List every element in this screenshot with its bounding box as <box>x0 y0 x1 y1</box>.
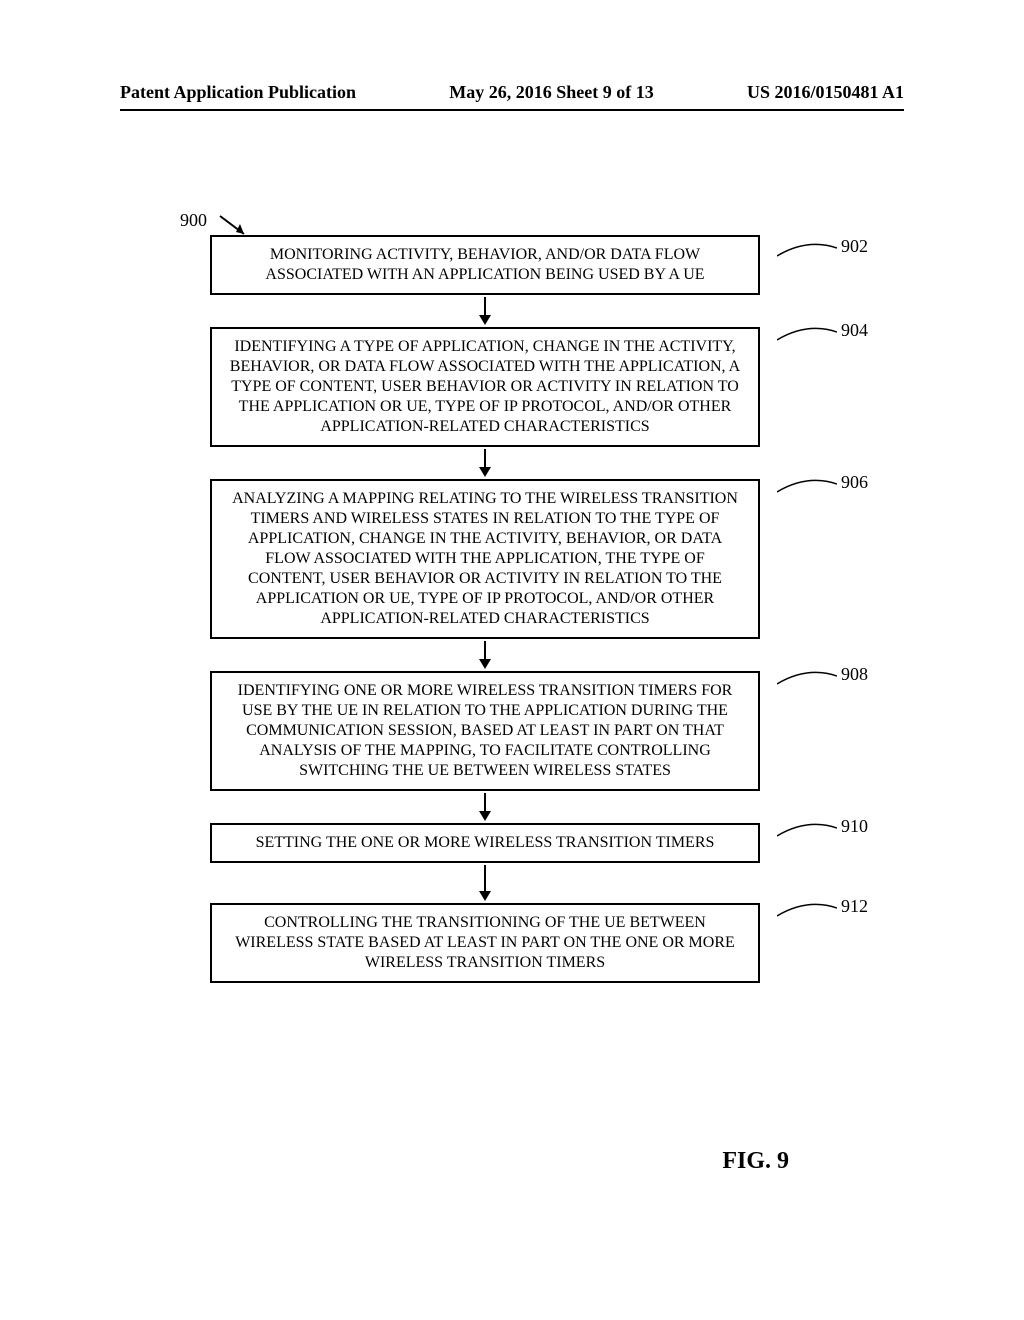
callout-number: 910 <box>841 816 868 836</box>
callout-line-912: 912 <box>777 895 869 918</box>
header-right: US 2016/0150481 A1 <box>747 82 904 103</box>
flow-step-text: IDENTIFYING A TYPE OF APPLICATION, CHANG… <box>230 338 740 435</box>
page-header: Patent Application Publication May 26, 2… <box>120 82 904 111</box>
flow-step-906: ANALYZING A MAPPING RELATING TO THE WIRE… <box>210 479 760 639</box>
page: Patent Application Publication May 26, 2… <box>0 0 1024 1320</box>
flow-step-902: MONITORING ACTIVITY, BEHAVIOR, AND/OR DA… <box>210 235 760 295</box>
flow-step-text: MONITORING ACTIVITY, BEHAVIOR, AND/OR DA… <box>265 246 704 283</box>
flow-step-text: ANALYZING A MAPPING RELATING TO THE WIRE… <box>232 490 738 627</box>
callout-number: 904 <box>841 320 868 340</box>
flow-connector <box>210 641 760 669</box>
figure-caption: FIG. 9 <box>722 1148 789 1175</box>
callout-number: 908 <box>841 664 868 684</box>
callout-number: 912 <box>841 896 868 916</box>
callout-line-908: 908 <box>777 663 869 686</box>
callout-line-910: 910 <box>777 815 869 838</box>
flow-step-908: IDENTIFYING ONE OR MORE WIRELESS TRANSIT… <box>210 671 760 791</box>
flow-step-910: SETTING THE ONE OR MORE WIRELESS TRANSIT… <box>210 823 760 863</box>
callout-number: 906 <box>841 472 868 492</box>
flow-step-text: CONTROLLING THE TRANSITIONING OF THE UE … <box>235 914 735 971</box>
flow-step-912: CONTROLLING THE TRANSITIONING OF THE UE … <box>210 903 760 983</box>
callout-line-904: 904 <box>777 319 869 342</box>
flowchart: MONITORING ACTIVITY, BEHAVIOR, AND/OR DA… <box>210 235 760 983</box>
flow-connector <box>210 865 760 901</box>
flow-connector <box>210 449 760 477</box>
callout-line-902: 902 <box>777 235 869 258</box>
flow-step-text: SETTING THE ONE OR MORE WIRELESS TRANSIT… <box>256 834 715 851</box>
flow-step-904: IDENTIFYING A TYPE OF APPLICATION, CHANG… <box>210 327 760 447</box>
callout-number: 902 <box>841 236 868 256</box>
flow-connector <box>210 297 760 325</box>
callout-line-906: 906 <box>777 471 869 494</box>
header-center: May 26, 2016 Sheet 9 of 13 <box>449 82 653 103</box>
header-left: Patent Application Publication <box>120 82 356 103</box>
flow-connector <box>210 793 760 821</box>
flow-step-text: IDENTIFYING ONE OR MORE WIRELESS TRANSIT… <box>238 682 733 779</box>
figure-reference-label: 900 <box>180 210 207 231</box>
